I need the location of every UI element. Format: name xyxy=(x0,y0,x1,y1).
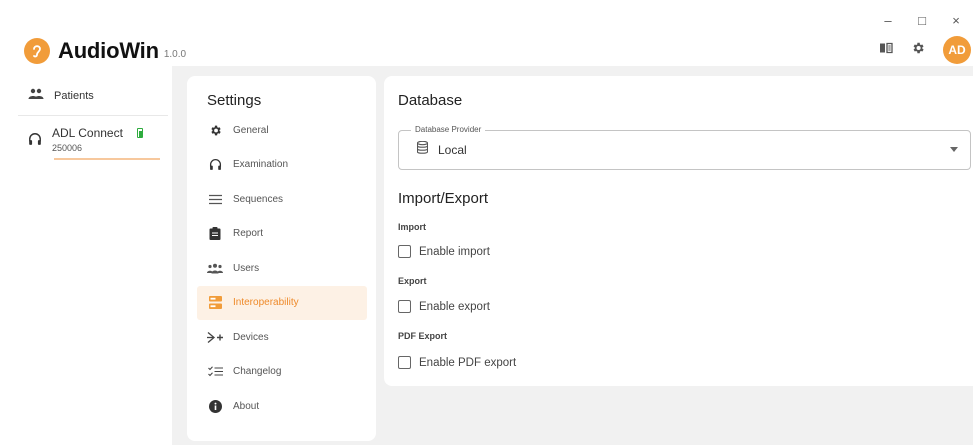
device-serial: 250006 xyxy=(52,143,83,153)
list-icon xyxy=(207,191,223,207)
settings-item-label: Changelog xyxy=(233,366,282,378)
database-provider-select[interactable]: Database Provider Local xyxy=(398,125,971,170)
enable-import-checkbox[interactable] xyxy=(398,245,411,258)
enable-export-row[interactable]: Enable export xyxy=(398,300,490,313)
settings-item-sequences[interactable]: Sequences xyxy=(197,182,367,217)
settings-title: Settings xyxy=(207,92,262,109)
info-icon xyxy=(207,398,223,414)
database-provider-label: Database Provider xyxy=(411,125,486,134)
pdf-export-label: PDF Export xyxy=(398,331,448,341)
database-provider-value: Local xyxy=(438,143,467,157)
app-header: AudioWin 1.0.0 AD xyxy=(24,36,973,66)
nav-item-patients-label: Patients xyxy=(54,89,94,102)
devices-icon xyxy=(207,329,223,345)
enable-pdf-export-checkbox[interactable] xyxy=(398,356,411,369)
settings-item-label: Sequences xyxy=(233,193,284,205)
battery-icon xyxy=(137,128,143,138)
export-label: Export xyxy=(398,276,427,286)
interoperability-content: Database Database Provider Local Import/… xyxy=(384,76,973,386)
headphones-icon xyxy=(28,132,42,151)
headphones-icon xyxy=(207,157,223,173)
settings-menu: General Examination Sequences Report Use… xyxy=(197,113,367,424)
import-label: Import xyxy=(398,222,426,232)
settings-item-general[interactable]: General xyxy=(197,113,367,148)
users-icon xyxy=(28,88,44,103)
clipboard-icon xyxy=(207,226,223,242)
maximize-button[interactable]: □ xyxy=(905,10,939,30)
book-icon[interactable] xyxy=(879,41,893,59)
enable-pdf-export-row[interactable]: Enable PDF export xyxy=(398,356,516,369)
settings-item-label: Interoperability xyxy=(233,297,299,309)
device-status-bar xyxy=(54,158,160,160)
settings-item-label: Devices xyxy=(233,331,269,343)
minimize-button[interactable]: – xyxy=(871,10,905,30)
app-logo-icon xyxy=(24,38,50,64)
database-icon xyxy=(416,140,429,159)
import-export-title: Import/Export xyxy=(398,190,489,207)
settings-item-about[interactable]: About xyxy=(197,389,367,424)
enable-export-label: Enable export xyxy=(419,300,490,313)
header-actions: AD xyxy=(879,36,973,64)
gear-icon[interactable] xyxy=(911,41,925,60)
settings-item-examination[interactable]: Examination xyxy=(197,148,367,183)
close-button[interactable]: × xyxy=(939,10,973,30)
settings-item-report[interactable]: Report xyxy=(197,217,367,252)
users-icon xyxy=(207,260,223,276)
settings-item-users[interactable]: Users xyxy=(197,251,367,286)
nav-item-patients[interactable]: Patients xyxy=(18,76,168,116)
user-avatar[interactable]: AD xyxy=(943,36,971,64)
settings-item-devices[interactable]: Devices xyxy=(197,320,367,355)
device-name: ADL Connect xyxy=(52,126,123,140)
enable-pdf-export-label: Enable PDF export xyxy=(419,356,517,369)
gear-icon xyxy=(207,122,223,138)
app-name: AudioWin xyxy=(58,38,159,63)
changelog-icon xyxy=(207,364,223,380)
device-item[interactable]: ADL Connect 250006 xyxy=(18,116,168,168)
settings-item-label: Examination xyxy=(233,159,289,171)
settings-item-label: About xyxy=(233,400,260,412)
enable-export-checkbox[interactable] xyxy=(398,300,411,313)
window-controls: – □ × xyxy=(871,10,973,30)
chevron-down-icon xyxy=(950,147,958,152)
enable-import-row[interactable]: Enable import xyxy=(398,245,490,258)
enable-import-label: Enable import xyxy=(419,245,490,258)
settings-item-changelog[interactable]: Changelog xyxy=(197,355,367,390)
settings-panel: Settings General Examination Sequences R… xyxy=(187,76,376,441)
left-nav: Patients ADL Connect 250006 xyxy=(18,76,168,168)
app-version: 1.0.0 xyxy=(163,48,187,60)
database-title: Database xyxy=(398,92,463,109)
settings-item-label: Report xyxy=(233,228,264,240)
settings-item-label: General xyxy=(233,124,269,136)
interoperability-icon xyxy=(207,295,223,311)
settings-item-label: Users xyxy=(233,262,260,274)
settings-item-interoperability[interactable]: Interoperability xyxy=(197,285,367,320)
